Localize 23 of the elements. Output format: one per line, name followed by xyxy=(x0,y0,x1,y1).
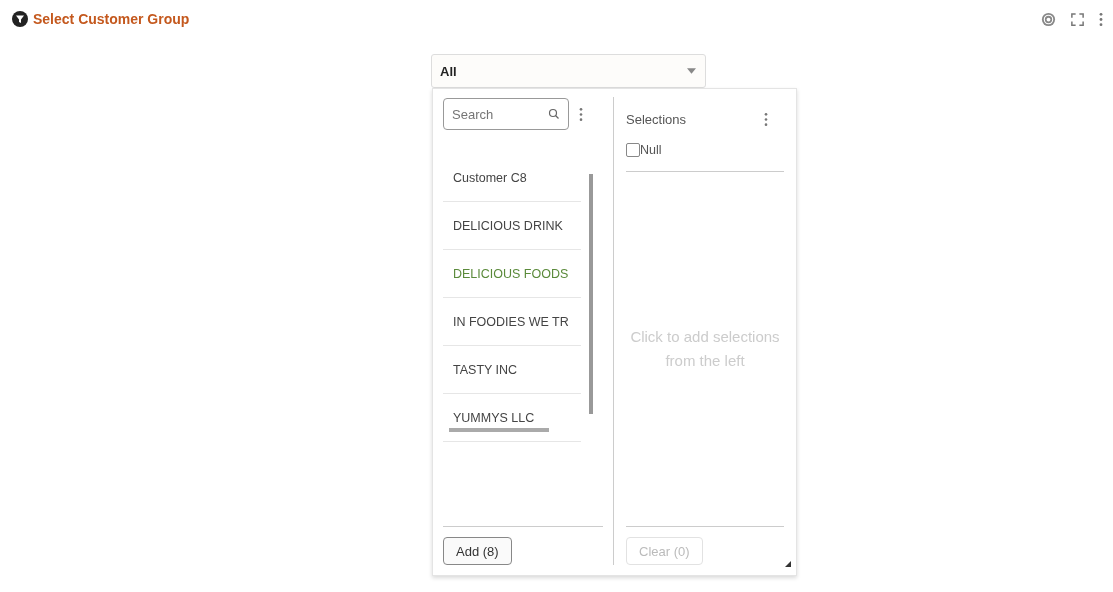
checkbox-label: Null xyxy=(640,143,662,157)
more-icon[interactable] xyxy=(579,106,583,122)
list-item[interactable]: DELICIOUS FOODS xyxy=(443,250,581,298)
caret-icon xyxy=(687,68,696,74)
selections-heading: Selections xyxy=(626,111,686,127)
more-icon[interactable] xyxy=(1099,11,1103,27)
group-dropdown[interactable]: All xyxy=(431,54,706,88)
more-icon[interactable] xyxy=(764,111,768,127)
search-field[interactable]: Search xyxy=(443,98,569,130)
list-item[interactable]: DELICIOUS DRINK xyxy=(443,202,581,250)
scrollbar[interactable] xyxy=(589,174,593,414)
list-item[interactable]: IN FOODIES WE TR xyxy=(443,298,581,346)
list-item[interactable]: TASTY INC xyxy=(443,346,581,394)
fullscreen-icon[interactable] xyxy=(1070,11,1085,27)
list-item[interactable]: Customer C8 xyxy=(443,154,581,202)
target-icon[interactable] xyxy=(1041,11,1056,27)
resize-handle-icon[interactable] xyxy=(785,561,791,567)
page-title: Select Customer Group xyxy=(33,11,190,27)
checkbox[interactable] xyxy=(626,143,640,157)
search-icon xyxy=(548,108,560,120)
add-button[interactable]: Add (8) xyxy=(443,537,512,565)
scrollbar[interactable] xyxy=(449,428,549,432)
filter-icon xyxy=(12,11,28,27)
